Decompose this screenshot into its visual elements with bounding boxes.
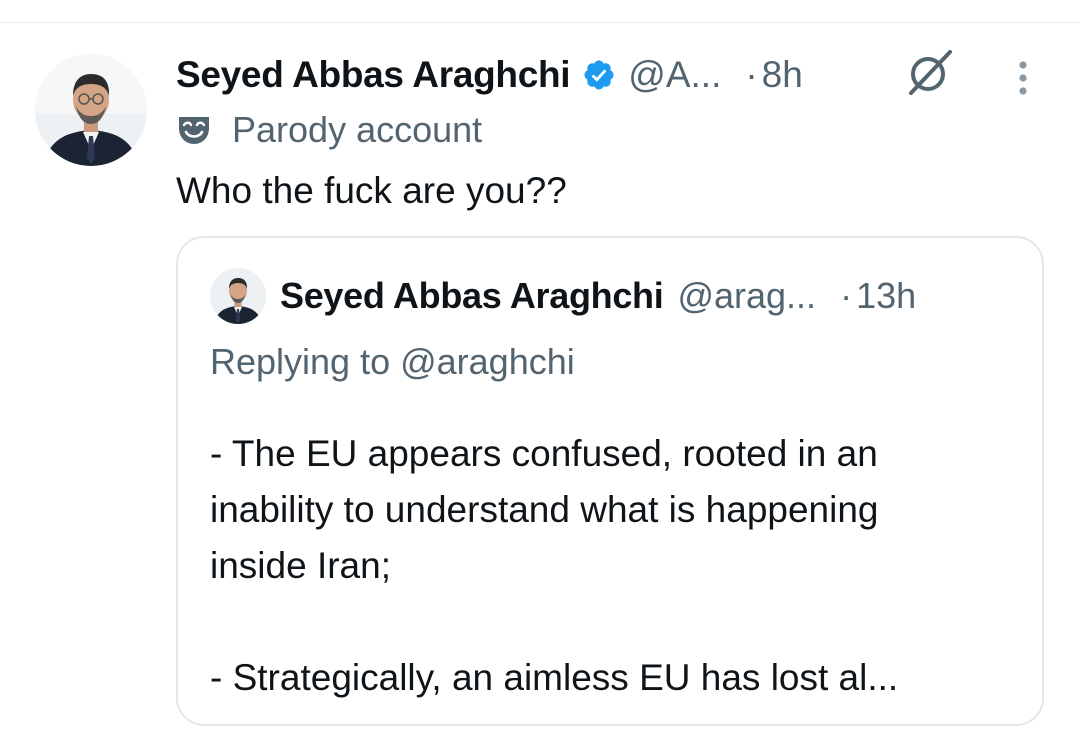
- quoted-tweet-header: Seyed Abbas Araghchi @arag... · 13h: [280, 268, 916, 324]
- quoted-text-line: inability to understand what is happenin…: [210, 489, 879, 530]
- author-name[interactable]: Seyed Abbas Araghchi: [176, 54, 571, 96]
- quoted-text-line: inside Iran;: [210, 545, 391, 586]
- verified-badge-icon: [582, 58, 616, 92]
- quoted-text-line: - Strategically, an aimless EU has lost …: [210, 657, 899, 698]
- quoted-separator-dot: ·: [840, 275, 853, 316]
- grok-icon[interactable]: [903, 48, 955, 96]
- separator-dot: ·: [745, 54, 758, 95]
- author-handle[interactable]: @A...: [628, 54, 721, 96]
- parody-account-label: Parody account: [176, 107, 482, 153]
- quoted-timestamp[interactable]: 13h: [856, 275, 916, 317]
- quoted-author-handle[interactable]: @arag...: [677, 275, 816, 317]
- parody-mask-icon: [176, 114, 212, 146]
- tweet-header: Seyed Abbas Araghchi @A... · 8h: [176, 44, 803, 106]
- top-divider: [0, 22, 1080, 23]
- avatar[interactable]: [35, 54, 147, 166]
- quoted-text-line: - The EU appears confused, rooted in an: [210, 433, 878, 474]
- quoted-tweet-text: - The EU appears confused, rooted in an …: [210, 426, 1030, 706]
- quoted-avatar[interactable]: [210, 268, 266, 324]
- parody-account-text: Parody account: [232, 109, 483, 150]
- quoted-tweet-card[interactable]: Seyed Abbas Araghchi @arag... · 13h Repl…: [176, 236, 1044, 726]
- tweet-timestamp[interactable]: 8h: [762, 54, 803, 96]
- tweet-text: Who the fuck are you??: [176, 170, 567, 211]
- avatar-image: [35, 54, 147, 166]
- quoted-author-name[interactable]: Seyed Abbas Araghchi: [280, 275, 664, 317]
- replying-to-label: Replying to @araghchi: [210, 341, 575, 382]
- quoted-avatar-image: [210, 268, 266, 324]
- more-options-icon[interactable]: [1010, 58, 1036, 98]
